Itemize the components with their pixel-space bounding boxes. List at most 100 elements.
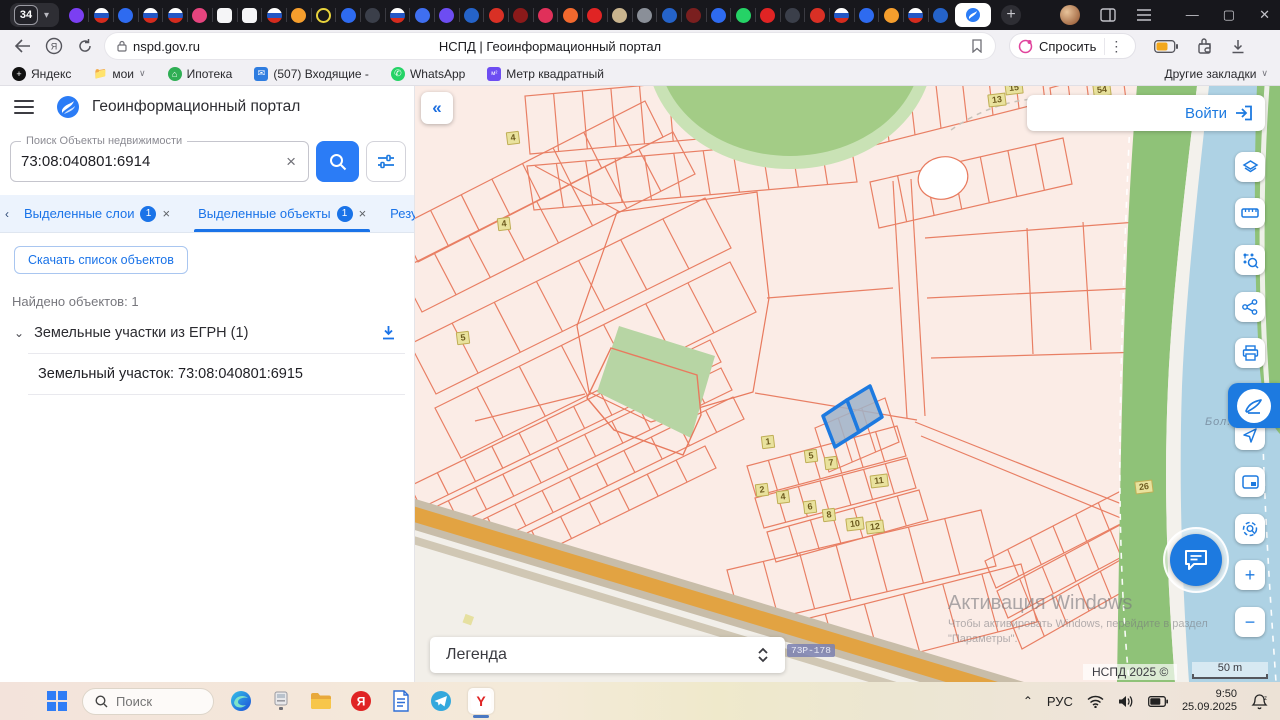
tab-favicon[interactable] (415, 8, 430, 23)
chat-button[interactable] (1163, 527, 1229, 593)
alice-ask-button[interactable]: Спросить ⋮ (1009, 33, 1136, 59)
tab-favicon[interactable] (143, 8, 158, 23)
tab-favicon[interactable] (612, 8, 627, 23)
search-input-value[interactable]: 73:08:040801:6914 (21, 153, 284, 170)
tab-selected-objects[interactable]: Выделенные объекты 1 × (188, 195, 376, 232)
tab-favicon[interactable] (291, 8, 306, 23)
window-close-button[interactable]: ✕ (1259, 7, 1270, 23)
tab-favicon[interactable] (834, 8, 849, 23)
tray-clock[interactable]: 9:50 25.09.2025 (1182, 688, 1237, 714)
tab-favicon[interactable] (513, 8, 528, 23)
side-panels-icon[interactable] (1100, 7, 1116, 23)
search-by-area-button[interactable] (1235, 514, 1265, 544)
search-input[interactable]: Поиск Объекты недвижимости 73:08:040801:… (10, 141, 309, 182)
tab-counter-group[interactable]: 34 ▾ (10, 3, 59, 27)
bookmark-item[interactable]: ⌂Ипотека (168, 67, 233, 81)
window-maximize-button[interactable]: ▢ (1223, 7, 1235, 23)
layers-button[interactable] (1235, 152, 1265, 182)
tab-favicon[interactable] (341, 8, 356, 23)
browser-menu-icon[interactable] (1136, 8, 1152, 22)
taskbar-yandex-browser-icon[interactable]: Я (348, 688, 374, 714)
battery-icon[interactable] (1148, 696, 1168, 707)
tab-favicon[interactable] (785, 8, 800, 23)
tabs-scroll-left-icon[interactable]: ‹ (0, 207, 14, 221)
close-tab-icon[interactable]: × (359, 206, 367, 221)
start-button-icon[interactable] (46, 690, 68, 712)
active-tab[interactable] (955, 3, 991, 27)
tab-favicon[interactable] (859, 8, 874, 23)
tab-favicon[interactable] (587, 8, 602, 23)
tray-expand-icon[interactable]: ⌃ (1023, 694, 1033, 708)
collapse-group-icon[interactable]: ⌄ (14, 326, 24, 340)
tab-favicon[interactable] (316, 8, 331, 23)
map-canvas[interactable]: 445131554157112468101226 Бол.Ав « Войти (415, 86, 1280, 682)
tab-favicon[interactable] (192, 8, 207, 23)
taskbar-telegram-icon[interactable] (428, 688, 454, 714)
notifications-bell-icon[interactable]: z (1251, 693, 1268, 710)
bookmark-icon[interactable] (971, 39, 983, 53)
taskbar-search[interactable] (82, 688, 214, 715)
tab-favicon[interactable] (94, 8, 109, 23)
tab-favicon[interactable] (217, 8, 232, 23)
bookmark-item[interactable]: 📁мои∨ (93, 67, 145, 81)
tab-selected-layers[interactable]: Выделенные слои 1 × (14, 195, 180, 232)
reload-icon[interactable] (77, 38, 93, 54)
tab-favicon[interactable] (168, 8, 183, 23)
wifi-icon[interactable] (1087, 695, 1104, 708)
new-tab-button[interactable]: + (1001, 5, 1021, 25)
tab-favicon[interactable] (908, 8, 923, 23)
tab-favicon[interactable] (390, 8, 405, 23)
battery-saver-icon[interactable] (1154, 40, 1178, 53)
login-bar[interactable]: Войти (1027, 95, 1265, 131)
tab-favicon[interactable] (686, 8, 701, 23)
tab-favicon[interactable] (439, 8, 454, 23)
download-group-icon[interactable] (381, 325, 396, 341)
share-button[interactable] (1235, 292, 1265, 322)
downloads-icon[interactable] (1231, 39, 1245, 54)
zoom-out-button[interactable]: − (1235, 607, 1265, 637)
bookmark-item[interactable]: ✆WhatsApp (391, 67, 465, 81)
tab-favicon[interactable] (118, 8, 133, 23)
tab-favicon[interactable] (933, 8, 948, 23)
other-bookmarks-button[interactable]: Другие закладки ∨ (1164, 67, 1268, 81)
taskbar-search-input[interactable] (116, 694, 196, 709)
measure-button[interactable] (1235, 198, 1265, 228)
collapse-sidebar-button[interactable]: « (421, 92, 453, 124)
print-button[interactable] (1235, 338, 1265, 368)
tab-favicon[interactable] (637, 8, 652, 23)
tab-favicon[interactable] (736, 8, 751, 23)
background-tabs[interactable] (69, 8, 949, 23)
search-button[interactable] (316, 141, 359, 182)
tab-favicon[interactable] (69, 8, 84, 23)
result-item[interactable]: Земельный участок: 73:08:040801:6915 (28, 353, 405, 395)
extensions-icon[interactable] (1196, 38, 1213, 54)
download-object-list-button[interactable]: Скачать список объектов (14, 246, 188, 274)
tab-favicon[interactable] (538, 8, 553, 23)
tab-favicon[interactable] (489, 8, 504, 23)
profile-avatar[interactable] (1060, 5, 1080, 25)
taskbar-scanner-icon[interactable] (268, 688, 294, 714)
clear-search-icon[interactable]: × (284, 152, 298, 172)
expand-collapse-icon[interactable] (757, 646, 769, 664)
volume-icon[interactable] (1118, 695, 1134, 708)
tab-favicon[interactable] (267, 8, 282, 23)
results-group-header[interactable]: ⌄ Земельные участки из ЕГРН (1) (14, 325, 396, 341)
language-indicator[interactable]: РУС (1047, 694, 1073, 709)
back-icon[interactable] (14, 39, 31, 53)
tab-favicon[interactable] (760, 8, 775, 23)
tab-favicon[interactable] (884, 8, 899, 23)
tab-favicon[interactable] (662, 8, 677, 23)
legend-bar[interactable]: Легенда (430, 637, 785, 673)
tab-favicon[interactable] (464, 8, 479, 23)
bookmark-item[interactable]: м²Метр квадратный (487, 67, 604, 81)
bookmark-item[interactable]: +Яндекс (12, 67, 71, 81)
bookmark-item[interactable]: ✉(507) Входящие - (254, 67, 369, 81)
menu-icon[interactable] (14, 100, 34, 114)
ask-more-icon[interactable]: ⋮ (1104, 38, 1127, 55)
tab-favicon[interactable] (365, 8, 380, 23)
login-button[interactable]: Войти (1185, 105, 1227, 122)
tab-favicon[interactable] (242, 8, 257, 23)
tab-favicon[interactable] (810, 8, 825, 23)
zoom-in-button[interactable]: + (1235, 560, 1265, 590)
taskbar-yandex-start-icon[interactable]: Y (468, 688, 494, 714)
